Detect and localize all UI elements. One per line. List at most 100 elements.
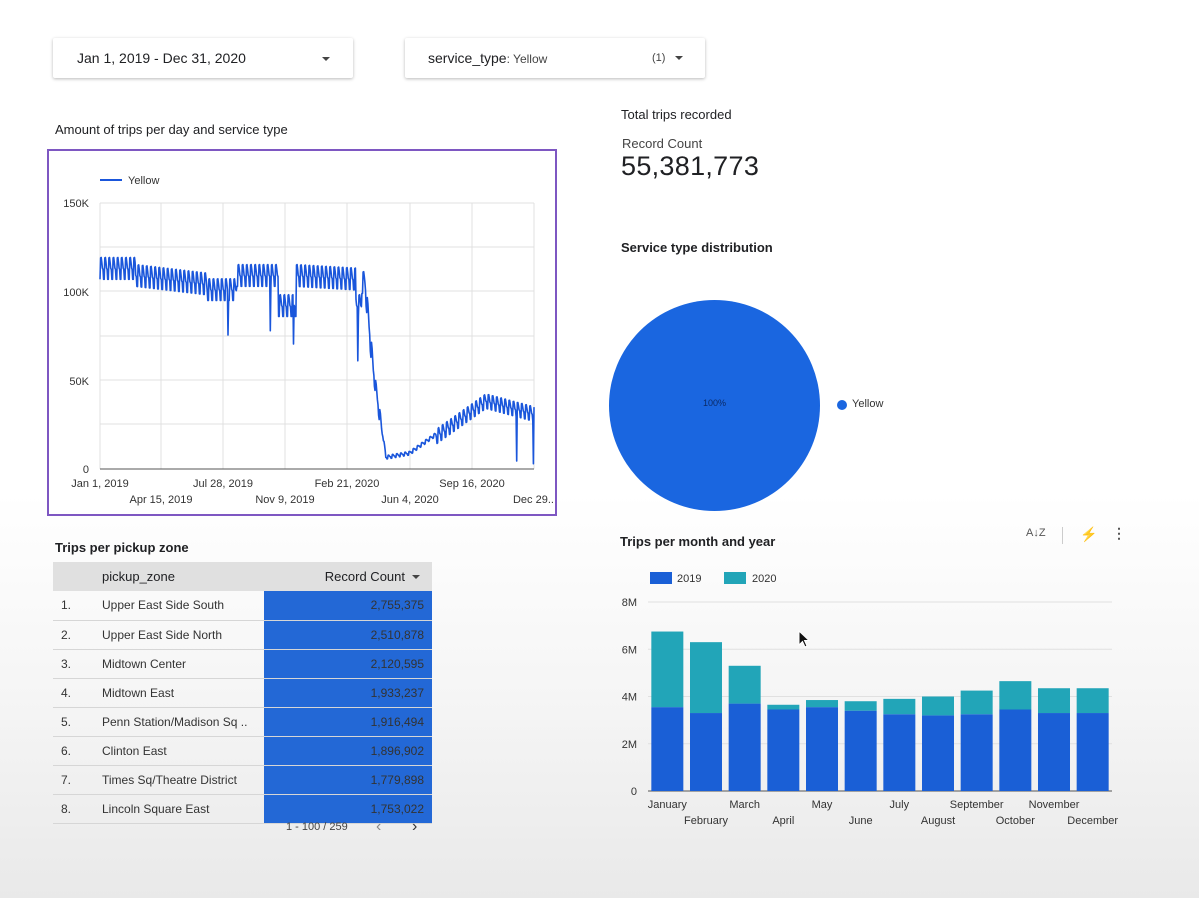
bar-2019-june[interactable] <box>844 710 877 791</box>
row-zone: Clinton East <box>102 736 264 766</box>
x-tick: Sep 16, 2020 <box>439 478 504 490</box>
bar-2019-august[interactable] <box>922 715 954 791</box>
table-row[interactable]: 6. Clinton East 1,896,902 <box>53 736 432 766</box>
bar-2020-april[interactable] <box>767 704 800 710</box>
y-tick: 50K <box>69 376 89 388</box>
row-rank: 7. <box>53 765 102 795</box>
bar-2020-february[interactable] <box>690 642 722 714</box>
scorecard-title: Total trips recorded <box>621 107 732 122</box>
line-chart-frame[interactable]: Yellow 150K 100K 50K 0 Jan 1, 2019 Jul 2… <box>47 149 557 516</box>
grid <box>99 202 535 469</box>
pie-slice[interactable]: 100% <box>609 300 820 511</box>
row-count: 1,896,902 <box>264 736 432 766</box>
bar-2019-january[interactable] <box>651 707 684 791</box>
row-zone: Upper East Side South <box>102 591 264 621</box>
divider <box>1062 527 1063 544</box>
chevron-down-icon <box>322 57 330 61</box>
date-range-text: Jan 1, 2019 - Dec 31, 2020 <box>77 50 246 66</box>
y-tick: 100K <box>63 287 89 299</box>
service-type-filter-label: service_type: Yellow <box>428 50 547 66</box>
row-rank: 5. <box>53 707 102 737</box>
bar-x-tick: December <box>1067 815 1118 827</box>
pagination-text: 1 - 100 / 259 <box>286 821 348 833</box>
table-row[interactable]: 7. Times Sq/Theatre District 1,779,898 <box>53 765 432 795</box>
row-zone: Midtown Center <box>102 649 264 679</box>
prev-page-icon[interactable]: ‹ <box>376 818 381 836</box>
bar-2020-november[interactable] <box>1038 688 1070 714</box>
line-chart-svg: Yellow 150K 100K 50K 0 Jan 1, 2019 Jul 2… <box>63 175 555 506</box>
row-zone: Penn Station/Madison Sq .. <box>102 707 264 737</box>
line-chart-title: Amount of trips per day and service type <box>55 122 288 137</box>
bar-2020-june[interactable] <box>844 701 877 711</box>
bar-2019-september[interactable] <box>960 714 993 791</box>
bar-2020-october[interactable] <box>999 681 1032 710</box>
table-row[interactable]: 1. Upper East Side South 2,755,375 <box>53 591 432 621</box>
bar-y-tick: 2M <box>622 739 637 751</box>
x-tick: Feb 21, 2020 <box>315 478 380 490</box>
bar-2019-february[interactable] <box>690 713 722 791</box>
bar-2020-december[interactable] <box>1076 688 1109 714</box>
bar-2020-september[interactable] <box>960 690 993 715</box>
bar-chart-title: Trips per month and year <box>620 534 776 549</box>
table-row[interactable]: 5. Penn Station/Madison Sq .. 1,916,494 <box>53 707 432 737</box>
date-range-control[interactable]: Jan 1, 2019 - Dec 31, 2020 <box>53 38 353 78</box>
pie-slice-label: 100% <box>702 398 727 408</box>
count-column-header[interactable]: Record Count <box>264 562 432 591</box>
bar-x-tick: July <box>890 799 910 811</box>
drill-down-icon[interactable]: ⚡ <box>1080 526 1097 543</box>
mouse-cursor-icon <box>798 630 811 648</box>
y-tick: 0 <box>83 464 89 476</box>
x-tick: Jun 4, 2020 <box>381 494 439 506</box>
bar-x-tick: June <box>849 815 873 827</box>
count-header-label: Record Count <box>324 569 405 584</box>
bar-x-tick: November <box>1029 799 1080 811</box>
service-type-filter[interactable]: service_type: Yellow (1) <box>405 38 705 78</box>
bar-2020-august[interactable] <box>922 696 954 716</box>
filter-count: (1) <box>652 52 666 64</box>
table-row[interactable]: 3. Midtown Center 2,120,595 <box>53 649 432 679</box>
bar-2019-march[interactable] <box>728 703 761 791</box>
legend-2020-swatch <box>724 572 746 584</box>
bar-y-tick: 4M <box>622 692 637 704</box>
row-rank: 2. <box>53 620 102 650</box>
pie-legend-label: Yellow <box>852 398 884 410</box>
bar-x-tick: April <box>772 815 794 827</box>
scorecard-value: 55,381,773 <box>621 151 760 181</box>
zone-header-label: pickup_zone <box>102 569 175 584</box>
bar-2019-may[interactable] <box>806 707 838 791</box>
chevron-down-icon <box>675 56 683 60</box>
legend-2019-label: 2019 <box>677 573 701 585</box>
row-count: 2,120,595 <box>264 649 432 679</box>
row-zone: Lincoln Square East <box>102 794 264 824</box>
row-count: 2,755,375 <box>264 591 432 621</box>
x-tick: Jan 1, 2019 <box>71 478 129 490</box>
x-tick: Jul 28, 2019 <box>193 478 253 490</box>
more-options-icon[interactable]: ⋮ <box>1112 525 1126 542</box>
zone-table-wrap: pickup_zone Record Count 1. Upper East Si… <box>53 562 432 824</box>
bar-2019-october[interactable] <box>999 709 1032 791</box>
row-zone: Upper East Side North <box>102 620 264 650</box>
filter-key: service_type <box>428 50 507 66</box>
table-row[interactable]: 4. Midtown East 1,933,237 <box>53 678 432 708</box>
bar-2019-november[interactable] <box>1038 713 1070 791</box>
bar-2020-january[interactable] <box>651 631 684 708</box>
bar-y-tick: 6M <box>622 644 637 656</box>
bar-2020-march[interactable] <box>728 665 761 704</box>
bar-2019-april[interactable] <box>767 709 800 791</box>
zone-column-header[interactable]: pickup_zone <box>102 562 264 591</box>
bar-x-tick: October <box>996 815 1035 827</box>
row-count: 1,933,237 <box>264 678 432 708</box>
bar-2019-july[interactable] <box>883 714 916 791</box>
bar-2020-july[interactable] <box>883 698 916 715</box>
bar-2020-may[interactable] <box>806 700 838 708</box>
next-page-icon[interactable]: › <box>412 818 417 836</box>
bar-x-tick: January <box>648 799 688 811</box>
sort-desc-icon <box>412 575 420 579</box>
x-tick: Nov 9, 2019 <box>255 494 314 506</box>
legend-2019-swatch <box>650 572 672 584</box>
pie-legend-dot-icon <box>837 400 847 410</box>
bar-2019-december[interactable] <box>1076 713 1109 791</box>
sort-az-icon[interactable]: A↓Z <box>1026 527 1046 539</box>
filter-value: : Yellow <box>506 52 548 66</box>
table-row[interactable]: 2. Upper East Side North 2,510,878 <box>53 620 432 650</box>
